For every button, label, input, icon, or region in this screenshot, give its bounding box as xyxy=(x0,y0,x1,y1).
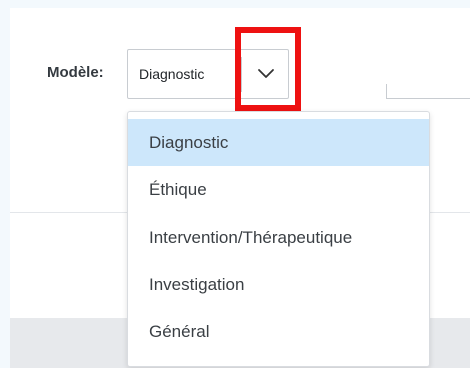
dropdown-option-general[interactable]: Général xyxy=(128,308,429,355)
dropdown-option-intervention[interactable]: Intervention/Thérapeutique xyxy=(128,214,429,261)
highlight-annotation xyxy=(235,27,301,111)
dropdown-option-diagnostic[interactable]: Diagnostic xyxy=(128,119,429,166)
model-label: Modèle: xyxy=(47,64,104,81)
dropdown-option-investigation[interactable]: Investigation xyxy=(128,261,429,308)
dropdown-option-ethique[interactable]: Éthique xyxy=(128,166,429,213)
model-select-value: Diagnostic xyxy=(139,66,205,82)
adjacent-field[interactable] xyxy=(386,84,470,99)
model-dropdown-menu: Diagnostic Éthique Intervention/Thérapeu… xyxy=(127,111,430,367)
